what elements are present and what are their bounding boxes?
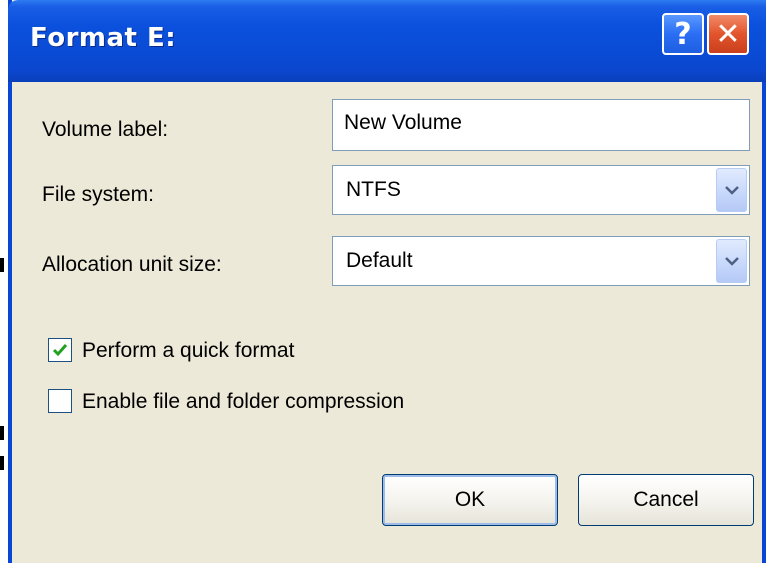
title-bar[interactable]: Format E: ? ✕ xyxy=(8,0,766,82)
file-system-value: NTFS xyxy=(346,178,401,201)
chevron-down-icon xyxy=(725,257,739,266)
ok-button[interactable]: OK xyxy=(382,474,558,526)
quick-format-label[interactable]: Perform a quick format xyxy=(82,339,294,363)
allocation-unit-size-value: Default xyxy=(346,249,413,272)
help-icon: ? xyxy=(674,16,692,52)
file-system-label: File system: xyxy=(42,183,155,206)
format-dialog: Format E: ? ✕ Volume label: New Volume F… xyxy=(8,0,766,563)
file-system-select[interactable]: NTFS xyxy=(332,165,750,215)
window-title: Format E: xyxy=(30,23,177,53)
background-edge-mark xyxy=(0,426,4,440)
file-system-dropdown-button[interactable] xyxy=(716,168,747,212)
checkmark-icon xyxy=(52,344,68,357)
close-button[interactable]: ✕ xyxy=(707,13,749,55)
background-edge-mark xyxy=(0,258,4,272)
allocation-unit-size-select[interactable]: Default xyxy=(332,236,750,286)
quick-format-checkbox[interactable] xyxy=(48,338,72,362)
allocation-unit-size-dropdown-button[interactable] xyxy=(716,239,747,283)
allocation-unit-size-label: Allocation unit size: xyxy=(42,253,222,276)
compression-label[interactable]: Enable file and folder compression xyxy=(82,390,404,414)
background-edge-mark xyxy=(0,456,4,470)
cancel-button[interactable]: Cancel xyxy=(578,474,754,526)
volume-label-input[interactable]: New Volume xyxy=(332,99,750,151)
volume-label-label: Volume label: xyxy=(42,118,169,141)
help-button[interactable]: ? xyxy=(662,13,704,55)
close-icon: ✕ xyxy=(715,16,741,52)
compression-checkbox[interactable] xyxy=(48,389,72,413)
chevron-down-icon xyxy=(725,186,739,195)
